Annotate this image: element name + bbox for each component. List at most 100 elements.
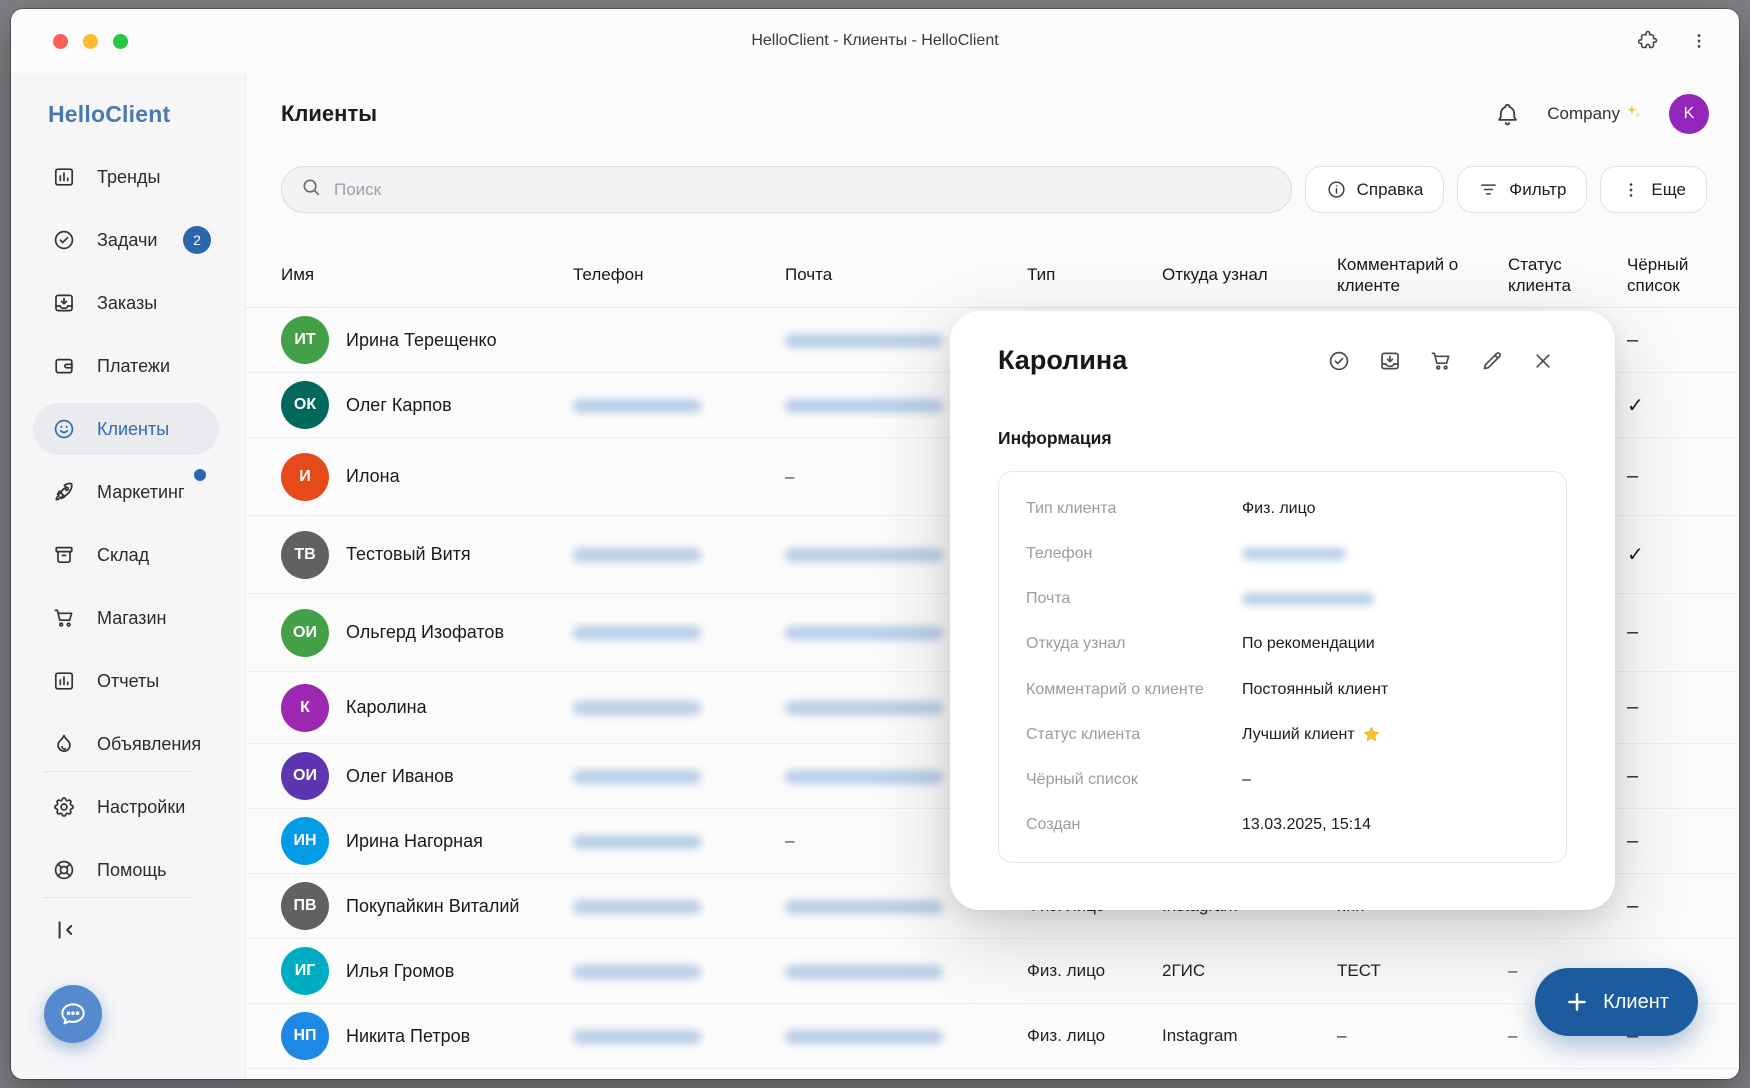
drawer-action-complete[interactable] <box>1327 349 1351 373</box>
info-row-2: Почта <box>999 577 1566 622</box>
table-row-10[interactable]: НП Никита Петров Физ. лицо Instagram – –… <box>246 1004 1739 1069</box>
phone-cell <box>573 831 785 851</box>
collapse-sidebar-icon[interactable] <box>52 931 80 948</box>
blacklist-cell: ✓ <box>1627 542 1719 567</box>
user-avatar[interactable]: K <box>1669 94 1709 134</box>
blacklist-cell: – <box>1627 621 1719 644</box>
life-ring-icon <box>52 858 76 882</box>
company-menu[interactable]: Company <box>1547 102 1643 126</box>
avatar: К <box>281 684 329 732</box>
chat-bubble-icon <box>57 998 89 1030</box>
info-row-1: Телефон <box>999 531 1566 576</box>
field-label: Статус клиента <box>1026 726 1242 744</box>
sidebar-item-settings[interactable]: Настройки <box>33 781 219 833</box>
sidebar-item-warehouse[interactable]: Склад <box>33 529 219 581</box>
window-title: HelloClient - Клиенты - HelloClient <box>11 32 1739 50</box>
info-row-7: Создан 13.03.2025, 15:14 <box>999 803 1566 848</box>
client-name: Олег Иванов <box>346 766 454 787</box>
field-value: По рекомендации <box>1242 635 1375 653</box>
toolbar-button-filter[interactable]: Фильтр <box>1457 166 1587 213</box>
info-row-3: Откуда узнал По рекомендации <box>999 622 1566 667</box>
col-type: Тип <box>1027 264 1162 285</box>
sidebar-item-marketing[interactable]: Маркетинг <box>33 466 219 518</box>
info-card: Тип клиента Физ. лицо Телефон <box>998 471 1567 863</box>
field-value: Физ. лицо <box>1242 500 1315 518</box>
field-value: – <box>1242 771 1251 789</box>
blurred-phone <box>573 1030 701 1044</box>
drawer-action-archive[interactable] <box>1378 349 1402 373</box>
phone-cell <box>573 698 785 718</box>
rocket-icon <box>52 480 76 504</box>
avatar: ОИ <box>281 752 329 800</box>
app-logo: HelloClient <box>48 101 245 128</box>
sidebar: HelloClient Тренды Задачи <box>11 73 246 1079</box>
phone-cell <box>573 545 785 565</box>
blurred-email <box>785 770 943 784</box>
source-cell: 2ГИС <box>1162 961 1337 981</box>
drawer-action-close[interactable] <box>1531 349 1555 373</box>
plus-icon <box>1564 989 1590 1015</box>
field-label: Чёрный список <box>1026 771 1242 789</box>
field-label: Почта <box>1026 590 1242 608</box>
extensions-icon[interactable] <box>1637 30 1659 52</box>
search-input[interactable] <box>334 180 1273 200</box>
blurred-phone <box>573 835 701 849</box>
phone-cell <box>573 623 785 643</box>
sidebar-item-payments[interactable]: Платежи <box>33 340 219 392</box>
kebab-menu-icon[interactable] <box>1689 31 1709 51</box>
type-cell: Физ. лицо <box>1027 961 1162 981</box>
client-name: Илона <box>346 466 400 487</box>
drawer-action-edit[interactable] <box>1480 349 1504 373</box>
blurred-phone <box>573 701 701 715</box>
chart-bar-icon <box>52 669 76 693</box>
blurred-phone <box>573 626 701 640</box>
sidebar-item-orders[interactable]: Заказы <box>33 277 219 329</box>
email-cell <box>785 961 1027 981</box>
sidebar-item-clients[interactable]: Клиенты <box>33 403 219 455</box>
client-name: Каролина <box>346 697 427 718</box>
zoom-window-button[interactable] <box>113 34 128 49</box>
phone-cell <box>573 766 785 786</box>
avatar: ИН <box>281 817 329 865</box>
info-row-5: Статус клиента Лучший клиент <box>999 712 1566 757</box>
notifications-bell-icon[interactable] <box>1494 101 1521 128</box>
info-row-0: Тип клиента Физ. лицо <box>999 486 1566 531</box>
table-row-9[interactable]: ИГ Илья Громов Физ. лицо 2ГИС ТЕСТ – – <box>246 939 1739 1004</box>
phone-cell <box>573 896 785 916</box>
sidebar-item-trends[interactable]: Тренды <box>33 151 219 203</box>
toolbar-button-more[interactable]: Еще <box>1600 166 1707 213</box>
email-cell <box>785 1026 1027 1046</box>
kebab-icon <box>1621 180 1641 200</box>
divider <box>43 771 193 772</box>
col-email: Почта <box>785 264 1027 285</box>
sidebar-item-shop[interactable]: Магазин <box>33 592 219 644</box>
app-window: HelloClient - Клиенты - HelloClient Hell… <box>11 9 1739 1079</box>
toolbar-button-help[interactable]: Справка <box>1305 166 1445 213</box>
close-window-button[interactable] <box>53 34 68 49</box>
pencil-icon <box>1480 349 1504 373</box>
minimize-window-button[interactable] <box>83 34 98 49</box>
blacklist-cell: – <box>1627 329 1719 352</box>
add-client-button[interactable]: Клиент <box>1535 968 1698 1036</box>
info-row-6: Чёрный список – <box>999 758 1566 803</box>
blurred-email <box>785 548 943 562</box>
blurred-phone <box>573 965 701 979</box>
blacklist-cell: – <box>1627 895 1719 918</box>
col-comment: Комментарий о клиенте <box>1337 254 1508 297</box>
blurred-value <box>1242 548 1346 560</box>
blacklist-cell: – <box>1627 696 1719 719</box>
client-name: Ирина Терещенко <box>346 330 497 351</box>
col-name: Имя <box>281 264 573 285</box>
cart-icon <box>1429 349 1453 373</box>
info-section-title: Информация <box>998 428 1615 449</box>
sidebar-item-help[interactable]: Помощь <box>33 844 219 896</box>
client-name: Олег Карпов <box>346 395 452 416</box>
field-value: Лучший клиент <box>1242 725 1381 744</box>
comment-cell: – <box>1337 1026 1508 1046</box>
inbox-down-icon <box>1378 349 1402 373</box>
sidebar-item-tasks[interactable]: Задачи 2 <box>33 214 219 266</box>
support-chat-button[interactable] <box>44 985 102 1043</box>
sidebar-item-reports[interactable]: Отчеты <box>33 655 219 707</box>
sidebar-item-ads[interactable]: Объявления <box>33 718 219 770</box>
drawer-action-cart[interactable] <box>1429 349 1453 373</box>
